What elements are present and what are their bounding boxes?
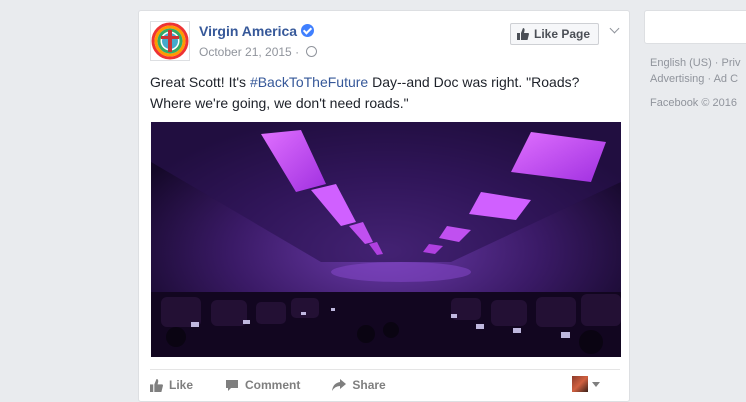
like-label: Like [169,378,194,392]
thumbs-up-icon [517,28,529,40]
virgin-america-logo-icon [151,22,189,60]
share-label: Share [352,378,386,392]
footer-privacy-link[interactable]: Priv [722,57,741,69]
globe-icon [306,46,318,57]
post-actions: Like Comment Share [150,369,620,400]
post-text: Great Scott! It's #BackToTheFuture Day--… [150,72,620,114]
post-options-chevron-icon[interactable] [609,23,620,34]
footer-copyright: Facebook © 2016 [650,97,737,109]
post-meta: October 21, 2015 · [199,45,318,59]
page-name-text[interactable]: Virgin America [199,23,297,39]
page-name[interactable]: Virgin America [199,23,315,39]
airplane-cabin-photo [151,122,621,357]
comment-action[interactable]: Comment [225,378,300,392]
footer-language-link[interactable]: English (US) [650,57,712,69]
comment-label: Comment [245,378,301,392]
viewer-selector[interactable] [572,376,600,392]
hashtag-link[interactable]: #BackToTheFuture [250,74,368,90]
page-avatar[interactable] [150,21,190,61]
comment-bubble-icon [226,379,239,391]
like-page-button[interactable]: Like Page [510,23,600,45]
footer-adchoices-link[interactable]: Ad C [714,73,738,85]
caret-down-icon [592,381,600,387]
footer-advertising-link[interactable]: Advertising [650,73,704,85]
sidebar-footer: English (US) · Priv Advertising · Ad C F… [650,55,746,111]
post-date[interactable]: October 21, 2015 [199,45,292,59]
like-page-label: Like Page [534,27,591,41]
post-text-before: Great Scott! It's [150,74,250,90]
share-action[interactable]: Share [332,378,386,392]
sidebar-box [644,10,746,44]
post-card: Virgin America October 21, 2015 · Like P… [138,10,630,402]
viewer-avatar [572,376,588,392]
like-thumb-icon [150,378,163,392]
like-action[interactable]: Like [150,378,193,392]
verified-badge-icon [301,24,315,37]
meta-separator: · [295,45,300,59]
post-image[interactable] [151,122,621,357]
share-arrow-icon [332,378,347,391]
